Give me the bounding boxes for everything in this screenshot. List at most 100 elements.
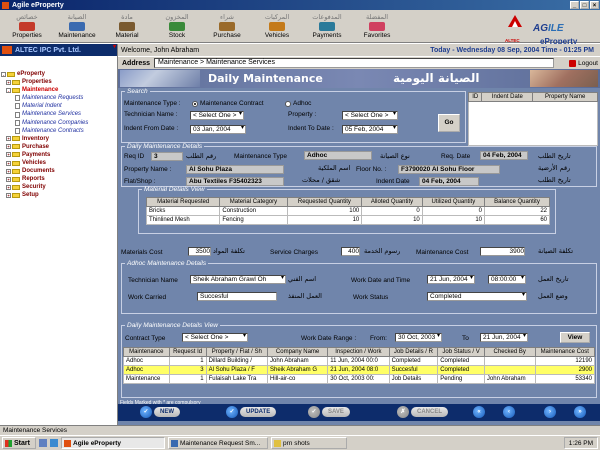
- service-charges-field[interactable]: 400: [341, 247, 360, 256]
- adhoc-technician-select[interactable]: Sheik Abraham Grawl Oh: [190, 275, 286, 284]
- column-header[interactable]: Inspection / Work: [327, 347, 390, 357]
- maintenance-cost-field[interactable]: 3900: [480, 247, 525, 256]
- nav-item-eproperty[interactable]: - eProperty: [1, 70, 117, 78]
- close-button[interactable]: ×: [590, 1, 599, 9]
- nav-item-maintenance-contracts[interactable]: Maintenance Contracts: [1, 127, 117, 135]
- go-button[interactable]: Go: [438, 114, 460, 132]
- toolbar-material[interactable]: مادة Material: [102, 12, 152, 42]
- table-row[interactable]: Thinlined Mesh Fencing 10 10 10 60: [145, 215, 550, 225]
- view-button[interactable]: View: [560, 332, 590, 343]
- indent-from-date-picker[interactable]: 03 Jan, 2004: [190, 125, 246, 134]
- expand-icon[interactable]: +: [6, 152, 11, 158]
- nav-item-inventory[interactable]: + Inventory: [1, 135, 117, 143]
- first-record-button[interactable]: «: [473, 406, 487, 418]
- toolbar-maintenance[interactable]: الصيانة Maintenance: [52, 12, 102, 42]
- column-header[interactable]: Company Name: [266, 347, 329, 357]
- to-date-picker[interactable]: 21 Jun, 2004: [480, 333, 528, 342]
- address-field[interactable]: Maintenance > Maintenance Services: [154, 58, 555, 68]
- next-record-button[interactable]: ›: [544, 406, 558, 418]
- property-name-field[interactable]: Al Sohu Plaza: [186, 165, 284, 174]
- table-row[interactable]: Adhoc 3 Al Sohu Plaza / F Sheik Abraham G 21…: [123, 365, 595, 375]
- column-header[interactable]: Material Category: [219, 197, 288, 207]
- toolbar-stock[interactable]: المخزون Stock: [152, 12, 202, 42]
- nav-item-material-indent[interactable]: Material Indent: [1, 102, 117, 110]
- property-select[interactable]: < Select One >: [342, 111, 398, 120]
- nav-item-reports[interactable]: + Reports: [1, 175, 117, 183]
- collapse-icon[interactable]: -: [1, 71, 6, 77]
- table-row[interactable]: Bricks Construction 100 0 0 22: [145, 206, 550, 216]
- radio-maintenance-contract[interactable]: [192, 101, 198, 107]
- column-header[interactable]: Property Name: [532, 92, 598, 102]
- req-id-field[interactable]: 3: [151, 152, 183, 161]
- maximize-button[interactable]: □: [580, 1, 589, 9]
- expand-icon[interactable]: +: [6, 144, 11, 150]
- task-maintenance-request[interactable]: Maintenance Request Sm...: [168, 437, 268, 449]
- last-record-button[interactable]: »: [574, 406, 588, 418]
- nav-item-maintenance-services[interactable]: Maintenance Services: [1, 110, 117, 118]
- indent-date-field[interactable]: 04 Feb, 2004: [419, 177, 479, 186]
- nav-item-maintenance[interactable]: - Maintenance: [1, 86, 117, 94]
- expand-icon[interactable]: +: [6, 136, 11, 142]
- nav-item-purchase[interactable]: + Purchase: [1, 143, 117, 151]
- column-header[interactable]: Utilized Quantity: [421, 197, 486, 207]
- expand-icon[interactable]: +: [6, 168, 11, 174]
- nav-item-security[interactable]: + Security: [1, 183, 117, 191]
- flat-shop-field[interactable]: Abu Textiles F35402323: [186, 177, 284, 186]
- previous-record-button[interactable]: ‹: [503, 406, 517, 418]
- column-header[interactable]: Balance Quantity: [484, 197, 550, 207]
- work-date-picker[interactable]: 21 Jun, 2004: [427, 275, 475, 284]
- task-prn-shots[interactable]: prn shots: [271, 437, 347, 449]
- new-button[interactable]: ✓ NEW: [140, 406, 180, 418]
- collapse-icon[interactable]: -: [6, 87, 11, 93]
- maintenance-type-field[interactable]: Adhoc: [304, 151, 372, 160]
- expand-icon[interactable]: +: [6, 79, 11, 85]
- nav-item-vehicles[interactable]: + Vehicles: [1, 159, 117, 167]
- column-header[interactable]: Material Requested: [145, 197, 221, 207]
- radio-adhoc[interactable]: [285, 101, 291, 107]
- start-button[interactable]: Start: [2, 437, 36, 449]
- floor-no-field[interactable]: F3790020 Al Sohu Floor: [398, 165, 500, 174]
- save-button[interactable]: ✓ SAVE: [308, 406, 350, 418]
- minimize-button[interactable]: _: [570, 1, 579, 9]
- contract-type-select[interactable]: < Select One >: [182, 333, 248, 342]
- expand-icon[interactable]: +: [6, 192, 11, 198]
- update-button[interactable]: ✓ UPDATE: [226, 406, 277, 418]
- materials-cost-field[interactable]: 3500: [188, 247, 211, 256]
- nav-item-payments[interactable]: + Payments: [1, 151, 117, 159]
- work-time-picker[interactable]: 08:00:00: [488, 275, 526, 284]
- expand-icon[interactable]: +: [6, 176, 11, 182]
- expand-icon[interactable]: +: [6, 160, 11, 166]
- nav-item-properties[interactable]: + Properties: [1, 78, 117, 86]
- column-header[interactable]: Maintenance: [123, 347, 170, 357]
- nav-item-setup[interactable]: + Setup: [1, 191, 117, 199]
- column-header[interactable]: Maintenance Cost: [534, 347, 595, 357]
- toolbar-properties[interactable]: خصائص Properties: [2, 12, 52, 42]
- column-header[interactable]: Alloted Quantity: [361, 197, 423, 207]
- logout-button[interactable]: Logout: [569, 59, 598, 67]
- work-status-select[interactable]: Completed: [427, 292, 527, 301]
- column-header[interactable]: Job Details / R: [388, 347, 439, 357]
- column-header[interactable]: Requested Quantity: [286, 197, 363, 207]
- table-row[interactable]: Maintenance 1 Fulaisah Lake Tra Hill-air-co…: [123, 374, 595, 384]
- work-carried-field[interactable]: Succesful: [197, 292, 277, 301]
- technician-select[interactable]: < Select One >: [190, 111, 244, 120]
- cancel-button[interactable]: ✗ CANCEL: [397, 406, 448, 418]
- quicklaunch-desktop-icon[interactable]: [39, 439, 47, 447]
- nav-item-maintenance-requests[interactable]: Maintenance Requests: [1, 94, 117, 102]
- req-date-field[interactable]: 04 Feb, 2004: [480, 151, 528, 160]
- toolbar-purchase[interactable]: شراء Purchase: [202, 12, 252, 42]
- column-header[interactable]: Job Status / V: [437, 347, 485, 357]
- indent-to-date-picker[interactable]: 05 Feb, 2004: [342, 125, 398, 134]
- toolbar-favorites[interactable]: المفضلة Favorites: [352, 12, 402, 42]
- quicklaunch-browser-icon[interactable]: [50, 439, 58, 447]
- toolbar-vehicles[interactable]: المركبات Vehicles: [252, 12, 302, 42]
- nav-item-maintenance-companies[interactable]: Maintenance Companies: [1, 119, 117, 127]
- expand-icon[interactable]: +: [6, 184, 11, 190]
- column-header[interactable]: Property / Flat / Sh: [205, 347, 268, 357]
- column-header[interactable]: ID: [467, 92, 483, 102]
- column-header[interactable]: Indent Date: [481, 92, 534, 102]
- task-agile-eproperty[interactable]: Agile eProperty: [61, 437, 165, 449]
- from-date-picker[interactable]: 30 Oct, 2003: [395, 333, 442, 342]
- toolbar-payments[interactable]: المدفوعات Payments: [302, 12, 352, 42]
- table-row[interactable]: Adhoc 1 Dillard Building / John Abraham 11 J…: [123, 356, 595, 366]
